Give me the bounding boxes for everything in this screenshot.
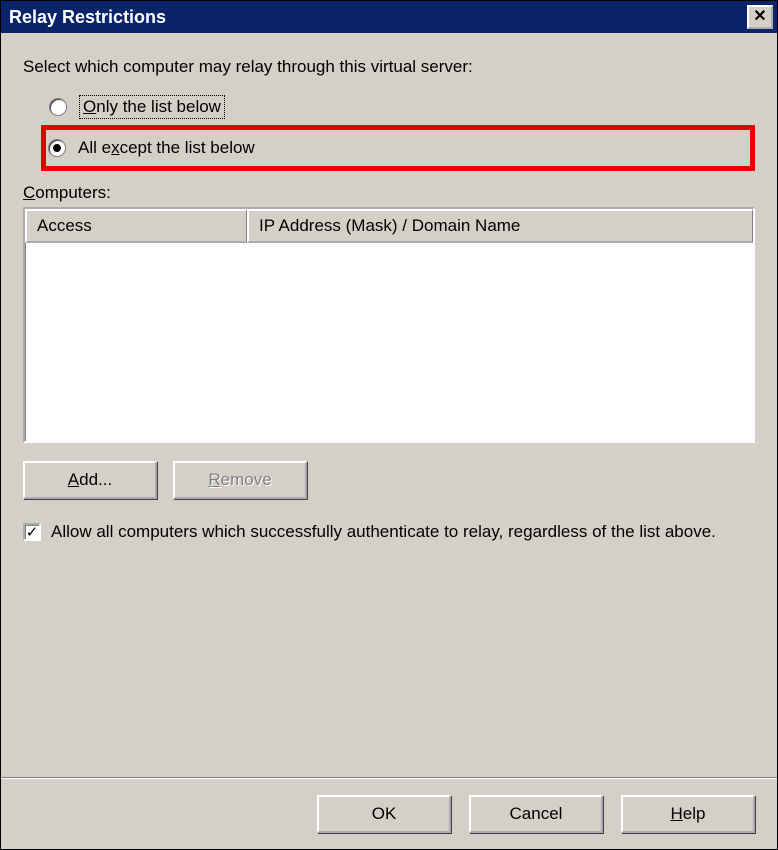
listview-header: Access IP Address (Mask) / Domain Name [25, 209, 753, 243]
divider [1, 777, 777, 779]
radio-except-label: All except the list below [78, 138, 255, 158]
column-access[interactable]: Access [25, 209, 247, 243]
allow-authenticated-label: Allow all computers which successfully a… [51, 521, 716, 544]
allow-authenticated-checkbox-row[interactable]: ✓ Allow all computers which successfully… [23, 521, 755, 544]
titlebar: Relay Restrictions ✕ [1, 1, 777, 33]
prompt-text: Select which computer may relay through … [23, 57, 755, 77]
ok-button[interactable]: OK [317, 795, 451, 833]
radio-only-list[interactable]: Only the list below [47, 89, 755, 125]
window-title: Relay Restrictions [9, 7, 747, 28]
column-ip-address[interactable]: IP Address (Mask) / Domain Name [247, 209, 753, 243]
help-button[interactable]: Help [621, 795, 755, 833]
close-button[interactable]: ✕ [747, 5, 773, 29]
spacer [23, 544, 755, 777]
footer-buttons: OK Cancel Help [23, 795, 755, 835]
dialog-content: Select which computer may relay through … [1, 33, 777, 849]
radio-icon [49, 98, 67, 116]
column-ip-label: IP Address (Mask) / Domain Name [259, 216, 520, 236]
cancel-button[interactable]: Cancel [469, 795, 603, 833]
remove-button: Remove [173, 461, 307, 499]
computers-listview[interactable]: Access IP Address (Mask) / Domain Name [23, 207, 755, 443]
add-button[interactable]: Add... [23, 461, 157, 499]
ok-label: OK [372, 804, 397, 824]
close-icon: ✕ [753, 9, 766, 25]
radio-all-except[interactable]: All except the list below [41, 125, 755, 171]
list-buttons-row: Add... Remove [23, 461, 755, 499]
radio-icon [48, 139, 66, 157]
relay-restrictions-dialog: Relay Restrictions ✕ Select which comput… [0, 0, 778, 850]
relay-mode-radio-group: Only the list below All except the list … [47, 89, 755, 171]
computers-label: Computers: [23, 183, 755, 203]
cancel-label: Cancel [510, 804, 563, 824]
radio-only-label: Only the list below [79, 95, 225, 119]
checkmark-icon: ✓ [26, 525, 39, 540]
radio-selected-dot-icon [53, 144, 61, 152]
checkbox-icon: ✓ [23, 523, 41, 541]
column-access-label: Access [37, 216, 92, 236]
